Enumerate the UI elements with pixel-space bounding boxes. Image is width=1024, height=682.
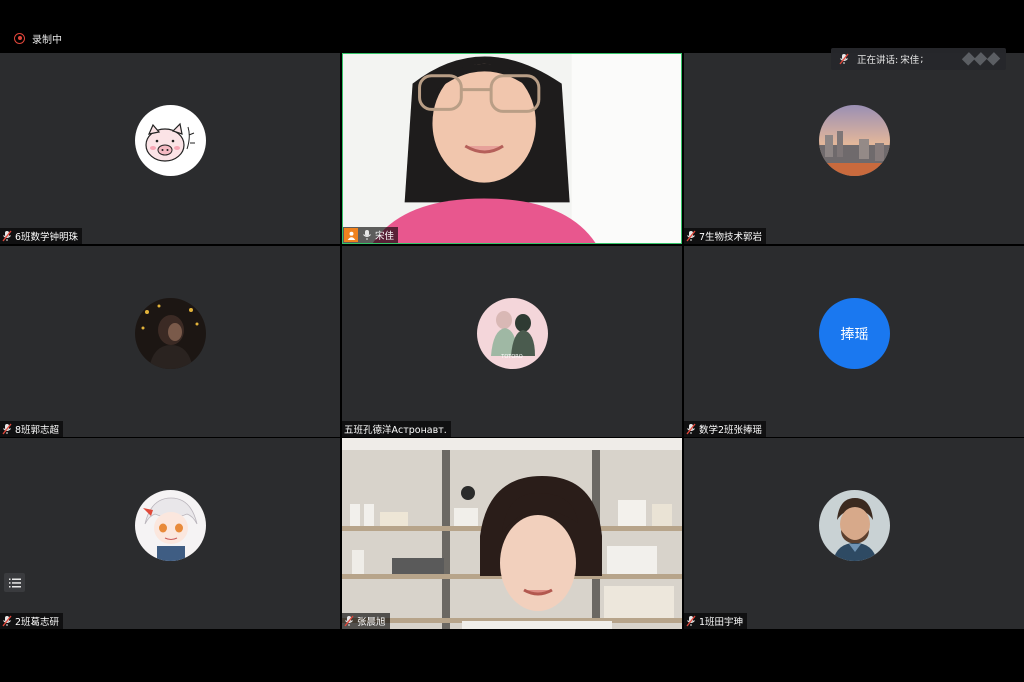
participant-video <box>342 438 682 629</box>
svg-text:TOTORO: TOTORO <box>500 354 522 360</box>
record-icon <box>14 32 25 44</box>
microphone-icon <box>362 229 372 241</box>
night-portrait-avatar-icon <box>135 298 206 369</box>
microphone-muted-icon <box>344 615 354 627</box>
participant-avatar: TOTORO <box>477 298 548 369</box>
microphone-muted-icon <box>686 615 696 627</box>
participant-name-tag: 7生物技术郭岩 <box>684 228 767 244</box>
host-person-icon <box>344 228 358 242</box>
participant-tile[interactable]: 2班葛志研 <box>0 438 340 629</box>
participant-avatar <box>135 490 206 561</box>
participant-tile-active-speaker[interactable]: 宋佳 <box>342 53 682 244</box>
participant-name-tag: 五班孔德洋Астронавт. <box>342 421 451 437</box>
participant-name: 张晨旭 <box>357 617 386 628</box>
participant-tile[interactable]: 8班郭志超 <box>0 246 340 437</box>
video-grid: 6班数学钟明珠 宋佳 7生物技术郭岩 8班郭志超 TOTORO 五班孔德洋Аст… <box>0 53 1024 629</box>
active-speaker-indicator: 正在讲话: 宋佳 ; <box>831 48 1006 70</box>
participant-tile[interactable]: 6班数学钟明珠 <box>0 53 340 244</box>
participant-tile[interactable]: 张晨旭 <box>342 438 682 629</box>
participant-tile[interactable]: 1班田宇珅 <box>684 438 1024 629</box>
signal-icon <box>961 52 1001 66</box>
participant-avatar <box>819 490 890 561</box>
participant-video <box>343 54 681 243</box>
participant-avatar <box>819 105 890 176</box>
microphone-muted-icon <box>2 615 12 627</box>
participant-avatar: 捧瑶 <box>819 298 890 369</box>
participant-name: 1班田宇珅 <box>699 617 744 628</box>
anime-character-avatar-icon <box>135 490 206 561</box>
recording-indicator: 录制中 <box>14 31 62 46</box>
participant-name-tag: 1班田宇珅 <box>684 613 748 629</box>
active-speaker-name: 宋佳 <box>900 55 920 66</box>
participant-tile[interactable]: TOTORO 五班孔德洋Астронавт. <box>342 246 682 437</box>
top-bar: 录制中 <box>0 0 1024 53</box>
couple-illustration-avatar-icon: TOTORO <box>477 298 548 369</box>
participant-name-tag: 6班数学钟明珠 <box>0 228 83 244</box>
participant-tile[interactable]: 捧瑶 数学2班张捧瑶 <box>684 246 1024 437</box>
active-speaker-label: 正在讲话: <box>857 55 899 66</box>
participant-name: 2班葛志研 <box>15 617 60 628</box>
participant-name-tag: 数学2班张捧瑶 <box>684 421 767 437</box>
participant-list-button[interactable] <box>4 573 25 592</box>
participant-avatar <box>135 298 206 369</box>
participant-name: 7生物技术郭岩 <box>699 232 763 243</box>
participant-name: 五班孔德洋Астронавт. <box>344 425 447 436</box>
pig-avatar-icon <box>135 105 206 176</box>
microphone-muted-icon <box>686 230 696 242</box>
microphone-icon <box>839 53 849 65</box>
microphone-muted-icon <box>2 230 12 242</box>
microphone-muted-icon <box>686 423 696 435</box>
participant-list-icon <box>8 578 21 587</box>
microphone-muted-icon <box>2 423 12 435</box>
participant-name: 8班郭志超 <box>15 425 60 436</box>
participant-name: 6班数学钟明珠 <box>15 232 79 243</box>
city-photo-avatar-icon <box>819 105 890 176</box>
participant-name-tag: 2班葛志研 <box>0 613 64 629</box>
participant-name-tag: 8班郭志超 <box>0 421 64 437</box>
participant-avatar <box>135 105 206 176</box>
participant-name-tag: 宋佳 <box>343 227 399 243</box>
man-portrait-avatar-icon <box>819 490 890 561</box>
participant-name: 宋佳 <box>375 231 395 242</box>
participant-tile[interactable]: 7生物技术郭岩 <box>684 53 1024 244</box>
participant-name-tag: 张晨旭 <box>342 613 390 629</box>
recording-label: 录制中 <box>32 34 62 46</box>
participant-name: 数学2班张捧瑶 <box>699 425 763 436</box>
